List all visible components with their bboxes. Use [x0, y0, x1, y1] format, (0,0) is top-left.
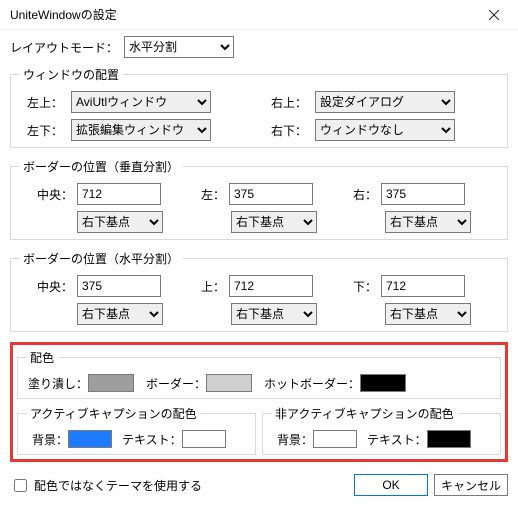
placement-bl-select[interactable]: 拡張編集ウィンドウ: [71, 119, 211, 141]
border-h-center-label: 中央：: [29, 278, 73, 295]
border-h-top-origin[interactable]: 右下基点: [231, 303, 317, 325]
border-color-label: ボーダー：: [146, 375, 206, 392]
group-window-placement-legend: ウィンドウの配置: [19, 66, 123, 83]
placement-tr-label: 右上：: [263, 94, 307, 111]
placement-tl-select[interactable]: AviUtlウィンドウ: [71, 91, 211, 113]
layout-mode-select[interactable]: 水平分割: [124, 36, 234, 58]
placement-br-label: 右下：: [263, 122, 307, 139]
use-theme-checkbox-wrap[interactable]: 配色ではなくテーマを使用する: [10, 476, 348, 495]
ok-button[interactable]: OK: [354, 474, 428, 496]
use-theme-label: 配色ではなくテーマを使用する: [34, 477, 202, 494]
border-v-left-input[interactable]: [229, 183, 313, 205]
color-settings-highlight: 配色 塗り潰し： ボーダー： ホットボーダー： アクティブキャプションの配色: [10, 342, 508, 462]
border-v-right-input[interactable]: [381, 183, 465, 205]
placement-tl-label: 左上：: [19, 94, 63, 111]
group-colors-legend: 配色: [26, 349, 58, 366]
placement-tr-select[interactable]: 設定ダイアログ: [315, 91, 455, 113]
close-icon: [489, 10, 499, 20]
close-button[interactable]: [472, 1, 516, 29]
border-h-center-origin[interactable]: 右下基点: [77, 303, 163, 325]
group-inactive-caption: 非アクティブキャプションの配色 背景： テキスト：: [262, 405, 501, 455]
active-bg-label: 背景：: [32, 431, 68, 448]
group-colors: 配色 塗り潰し： ボーダー： ホットボーダー：: [17, 349, 501, 399]
fill-color-label: 塗り潰し：: [28, 375, 88, 392]
use-theme-checkbox[interactable]: [14, 479, 27, 492]
window-title: UniteWindowの設定: [10, 6, 472, 23]
group-border-vertical-legend: ボーダーの位置（垂直分割）: [19, 158, 183, 175]
inactive-text-label: テキスト：: [367, 431, 427, 448]
group-window-placement: ウィンドウの配置 左上： AviUtlウィンドウ 右上： 設定ダイアログ 左下：…: [10, 66, 508, 148]
group-active-caption: アクティブキャプションの配色 背景： テキスト：: [17, 405, 256, 455]
border-h-top-input[interactable]: [229, 275, 313, 297]
border-v-left-origin[interactable]: 右下基点: [231, 211, 317, 233]
border-v-center-input[interactable]: [77, 183, 161, 205]
border-v-center-origin[interactable]: 右下基点: [77, 211, 163, 233]
group-inactive-caption-legend: 非アクティブキャプションの配色: [271, 405, 458, 422]
layout-mode-label: レイアウトモード：: [10, 39, 118, 56]
active-text-swatch[interactable]: [182, 430, 226, 448]
inactive-text-swatch[interactable]: [427, 430, 471, 448]
border-color-swatch[interactable]: [206, 374, 252, 392]
border-h-bottom-origin[interactable]: 右下基点: [385, 303, 471, 325]
hot-border-color-label: ホットボーダー：: [264, 375, 360, 392]
titlebar: UniteWindowの設定: [0, 0, 518, 30]
active-bg-swatch[interactable]: [68, 430, 112, 448]
inactive-bg-swatch[interactable]: [313, 430, 357, 448]
hot-border-color-swatch[interactable]: [360, 374, 406, 392]
placement-bl-label: 左下：: [19, 122, 63, 139]
border-h-bottom-input[interactable]: [381, 275, 465, 297]
cancel-button[interactable]: キャンセル: [434, 474, 508, 496]
border-v-left-label: 左：: [181, 186, 225, 203]
group-active-caption-legend: アクティブキャプションの配色: [26, 405, 201, 422]
border-v-right-origin[interactable]: 右下基点: [385, 211, 471, 233]
active-text-label: テキスト：: [122, 431, 182, 448]
fill-color-swatch[interactable]: [88, 374, 134, 392]
border-v-right-label: 右：: [333, 186, 377, 203]
border-h-bottom-label: 下：: [333, 278, 377, 295]
group-border-vertical: ボーダーの位置（垂直分割） 中央： 左： 右： 右下基点 右下基点 右下基点: [10, 158, 508, 240]
group-border-horizontal-legend: ボーダーの位置（水平分割）: [19, 250, 183, 267]
border-v-center-label: 中央：: [29, 186, 73, 203]
group-border-horizontal: ボーダーの位置（水平分割） 中央： 上： 下： 右下基点 右下基点 右下基点: [10, 250, 508, 332]
border-h-top-label: 上：: [181, 278, 225, 295]
border-h-center-input[interactable]: [77, 275, 161, 297]
inactive-bg-label: 背景：: [277, 431, 313, 448]
placement-br-select[interactable]: ウィンドウなし: [315, 119, 455, 141]
